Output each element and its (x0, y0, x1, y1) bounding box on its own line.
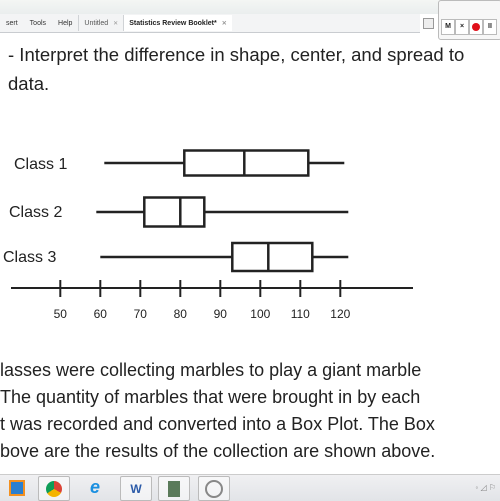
x-tick-label: 60 (94, 307, 108, 321)
system-tray-icons[interactable]: ◦ ◿ ⚐ (475, 483, 496, 492)
record-icon (472, 23, 480, 31)
tab-untitled[interactable]: Untitled ✕ (78, 15, 123, 31)
x-tick-label: 90 (214, 307, 228, 321)
heading-line-1: - Interpret the difference in shape, cen… (8, 44, 465, 65)
paragraph-line: lasses were collecting marbles to play a… (0, 360, 422, 380)
record-button[interactable] (469, 19, 483, 35)
minimize-button[interactable]: M (441, 19, 455, 35)
category-label: Class 2 (9, 204, 62, 221)
window-title-bar (0, 0, 500, 14)
close-tab-icon[interactable]: ✕ (113, 20, 118, 27)
tab-statistics-review-booklet[interactable]: Statistics Review Booklet* ✕ (123, 15, 232, 31)
taskbar: e W ◦ ◿ ⚐ (0, 474, 500, 501)
tab-label: Untitled (84, 19, 109, 27)
menu-bar: sert Tools Help Untitled ✕ Statistics Rev… (0, 14, 420, 33)
recorder-panel: M × II (438, 0, 500, 40)
x-tick-label: 80 (174, 307, 188, 321)
category-label: Class 3 (3, 249, 56, 266)
category-label: Class 1 (14, 156, 67, 173)
paragraph-line: t was recorded and converted into a Box … (0, 414, 435, 434)
chrome-icon[interactable] (38, 476, 70, 501)
internet-explorer-icon[interactable]: e (80, 476, 110, 499)
box-plot-1 (104, 149, 345, 177)
x-tick-label: 110 (291, 307, 310, 321)
menu-tools[interactable]: Tools (30, 20, 46, 27)
close-tab-icon[interactable]: ✕ (222, 20, 227, 27)
interquartile-box (231, 241, 314, 273)
menu-insert[interactable]: sert (6, 20, 18, 27)
box-plot-3 (100, 241, 349, 273)
x-tick-label: 50 (54, 307, 68, 321)
tab-label: Statistics Review Booklet* (129, 19, 217, 27)
recorder-app-icon[interactable] (158, 476, 190, 501)
interquartile-box (143, 196, 206, 228)
x-tick-label: 120 (330, 307, 350, 321)
page-view-icon[interactable] (423, 18, 434, 29)
menu-help[interactable]: Help (58, 20, 72, 27)
box-plot-chart: Class 1 Class 2 Class 3 50 60 70 80 90 100 110… (3, 149, 413, 321)
x-tick-label: 100 (250, 307, 270, 321)
box-plot-2 (96, 196, 349, 228)
close-button[interactable]: × (455, 19, 469, 35)
paint-app-icon[interactable] (198, 476, 230, 501)
pause-button[interactable]: II (483, 19, 497, 35)
x-tick-label: 70 (134, 307, 148, 321)
media-player-icon[interactable] (2, 476, 32, 499)
paragraph-line: bove are the results of the collection a… (0, 441, 436, 461)
heading-line-2: data. (8, 73, 50, 94)
paragraph-line: The quantity of marbles that were brough… (0, 387, 421, 407)
interquartile-box (183, 149, 310, 177)
word-icon[interactable]: W (120, 476, 152, 501)
